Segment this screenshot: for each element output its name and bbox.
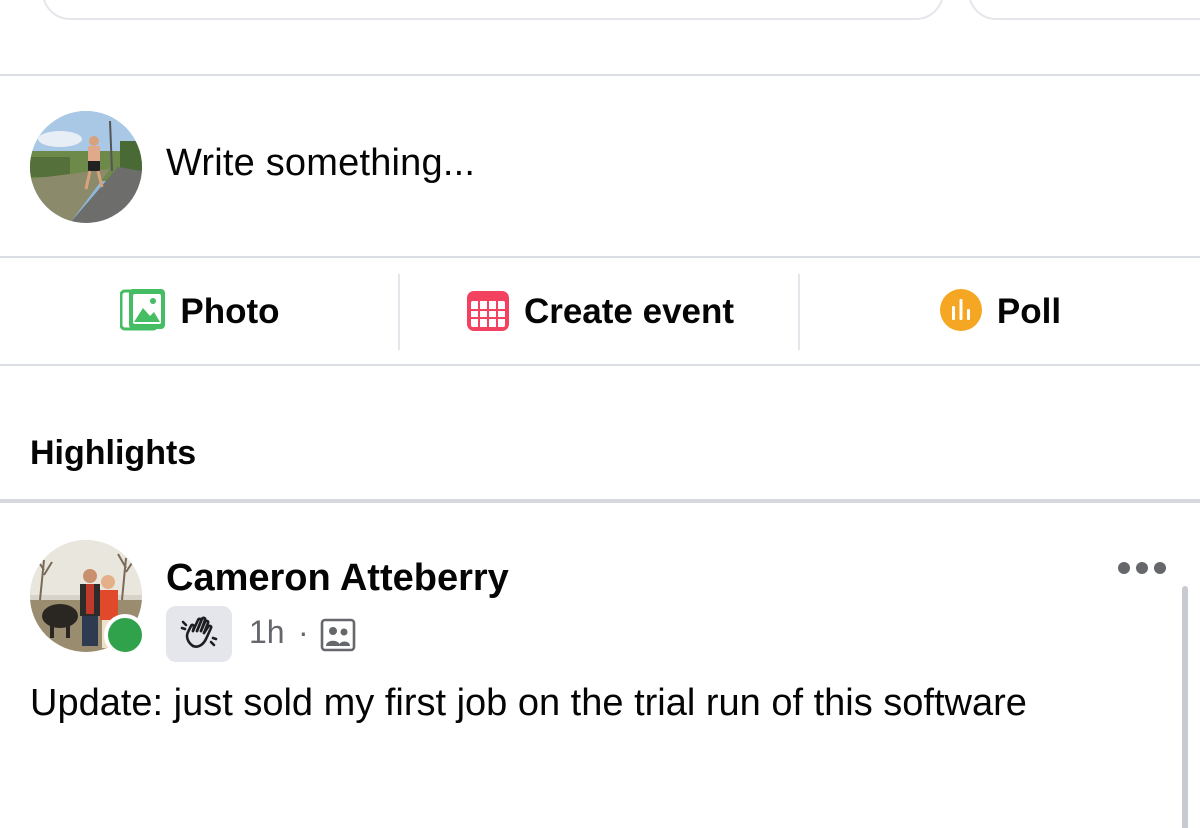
calendar-icon (466, 288, 510, 337)
group-feed: Write something... Photo Create event Po… (0, 0, 1200, 828)
poll-label: Poll (996, 292, 1062, 331)
more-dot (1154, 562, 1166, 574)
post-time[interactable]: 1h (249, 614, 285, 651)
poll-button[interactable]: Poll (800, 260, 1200, 364)
scrollbar[interactable] (1182, 586, 1188, 828)
composer-actions: Photo Create event Poll (0, 260, 1200, 364)
composer-input[interactable]: Write something... (166, 142, 475, 185)
online-status-dot (104, 614, 146, 656)
author-name[interactable]: Cameron Atteberry (166, 557, 509, 600)
photo-icon (119, 288, 166, 337)
create-event-label: Create event (523, 292, 735, 331)
meta-separator: · (298, 614, 309, 650)
divider (0, 74, 1200, 76)
composer-avatar[interactable] (30, 111, 142, 223)
divider (0, 256, 1200, 258)
wave-icon (179, 612, 219, 657)
post-text: Update: just sold my first job on the tr… (30, 682, 1027, 724)
group-members-icon (320, 618, 356, 652)
divider (0, 364, 1200, 366)
section-divider (0, 499, 1200, 503)
wave-badge[interactable] (166, 606, 232, 662)
photo-button[interactable]: Photo (0, 260, 400, 364)
top-pill-right[interactable] (968, 0, 1200, 20)
poll-icon (939, 288, 983, 337)
section-title: Highlights (30, 434, 197, 472)
more-dot (1136, 562, 1148, 574)
more-dot (1118, 562, 1130, 574)
create-event-button[interactable]: Create event (400, 260, 800, 364)
more-options-button[interactable] (1118, 558, 1170, 578)
top-pill-left[interactable] (42, 0, 944, 20)
photo-label: Photo (180, 292, 280, 331)
